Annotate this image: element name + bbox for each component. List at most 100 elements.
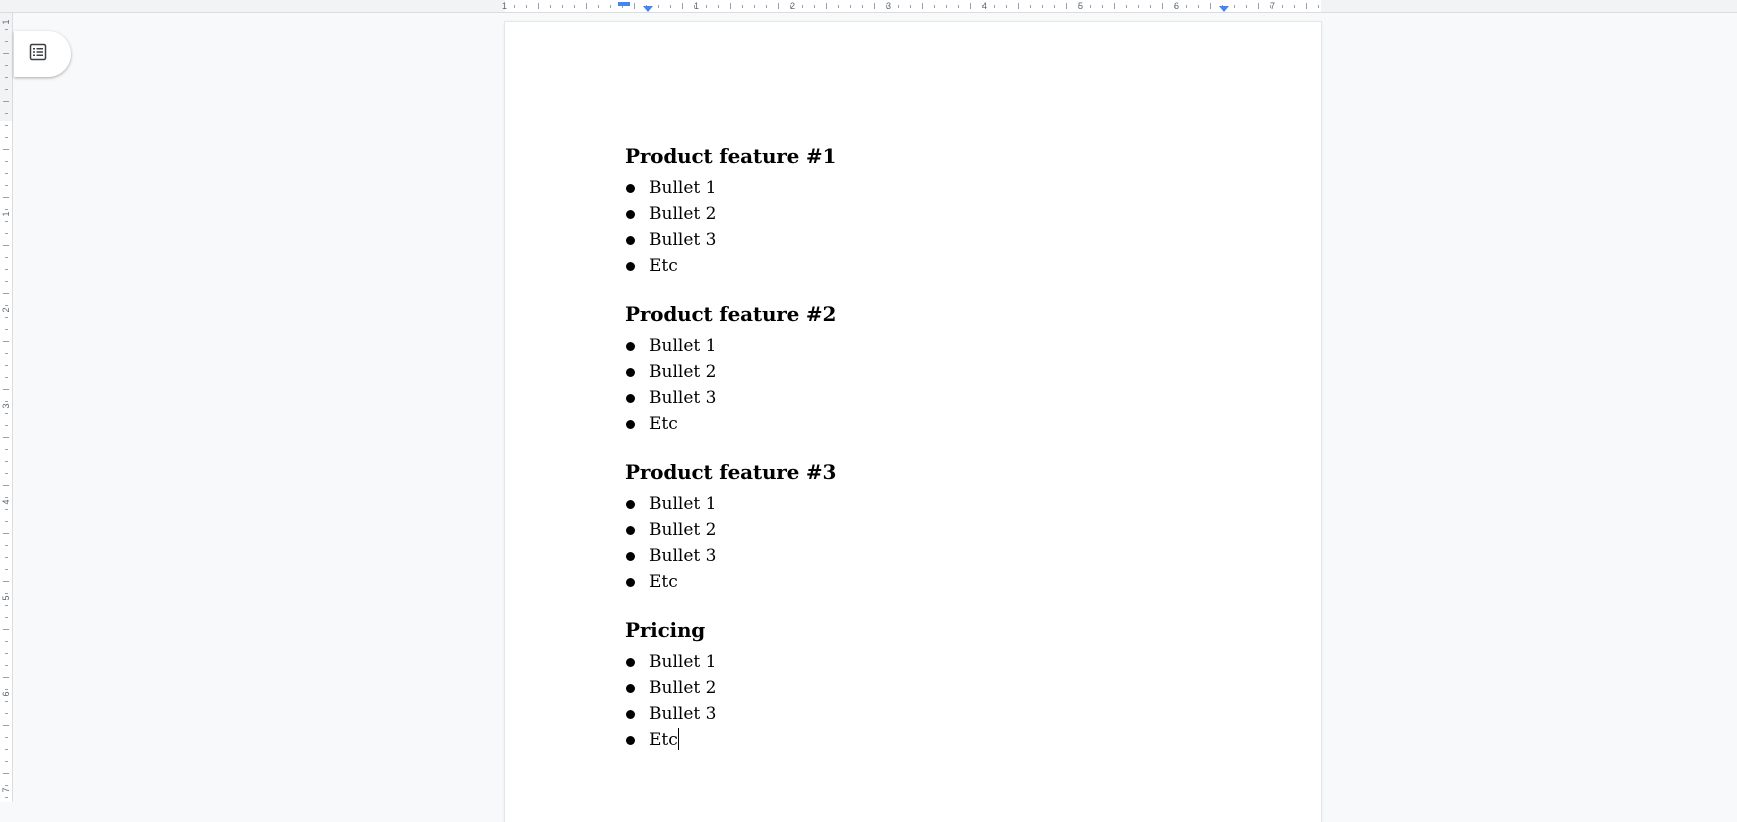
list-item-text: Etc bbox=[649, 730, 678, 750]
bullet-icon bbox=[626, 420, 635, 429]
horizontal-ruler[interactable]: 1 1 2 3 4 5 6 7 bbox=[0, 0, 1737, 13]
list-item[interactable]: Bullet 1 bbox=[625, 175, 1225, 201]
ruler-tick bbox=[766, 5, 767, 8]
ruler-number: 4 bbox=[1, 499, 11, 505]
ruler-tick bbox=[1318, 5, 1319, 8]
ruler-tick bbox=[958, 5, 959, 8]
ruler-tick bbox=[5, 125, 8, 126]
ruler-tick bbox=[5, 617, 8, 618]
ruler-tick bbox=[586, 3, 587, 9]
ruler-tick bbox=[5, 257, 8, 258]
text-cursor bbox=[677, 728, 679, 750]
ruler-tick bbox=[526, 5, 527, 8]
ruler-tick bbox=[5, 701, 8, 702]
ruler-tick bbox=[742, 5, 743, 8]
list-item[interactable]: Bullet 2 bbox=[625, 517, 1225, 543]
list-item-text: Bullet 1 bbox=[649, 652, 717, 672]
ruler-number: 3 bbox=[1, 403, 11, 409]
ruler-tick bbox=[5, 449, 8, 450]
document-page[interactable]: Product feature #1 Bullet 1 Bullet 2 Bul… bbox=[505, 22, 1321, 822]
show-outline-button[interactable] bbox=[14, 31, 71, 77]
section-heading[interactable]: Product feature #2 bbox=[625, 301, 1225, 327]
ruler-tick bbox=[910, 5, 911, 8]
ruler-tick bbox=[862, 5, 863, 8]
ruler-tick bbox=[5, 137, 8, 138]
ruler-tick bbox=[1246, 5, 1247, 8]
list-item[interactable]: Etc bbox=[625, 727, 1225, 753]
ruler-tick bbox=[5, 509, 8, 510]
ruler-tick bbox=[1114, 3, 1115, 9]
ruler-tick bbox=[1054, 5, 1055, 8]
bullet-icon bbox=[626, 210, 635, 219]
list-item[interactable]: Bullet 3 bbox=[625, 227, 1225, 253]
list-item[interactable]: Bullet 1 bbox=[625, 333, 1225, 359]
ruler-tick bbox=[1198, 5, 1199, 8]
list-item-text: Bullet 1 bbox=[649, 336, 717, 356]
section-pricing: Pricing Bullet 1 Bullet 2 Bullet 3 Etc bbox=[625, 617, 1225, 753]
bullet-list: Bullet 1 Bullet 2 Bullet 3 Etc bbox=[625, 491, 1225, 595]
first-line-indent-marker[interactable] bbox=[618, 2, 630, 6]
ruler-tick bbox=[3, 437, 9, 438]
list-item[interactable]: Etc bbox=[625, 411, 1225, 437]
ruler-tick bbox=[5, 461, 8, 462]
ruler-tick bbox=[5, 221, 8, 222]
section-heading[interactable]: Product feature #3 bbox=[625, 459, 1225, 485]
left-indent-marker[interactable] bbox=[643, 6, 653, 12]
list-item[interactable]: Bullet 1 bbox=[625, 649, 1225, 675]
ruler-tick bbox=[5, 761, 8, 762]
bullet-icon bbox=[626, 526, 635, 535]
ruler-tick bbox=[3, 533, 9, 534]
section-heading[interactable]: Product feature #1 bbox=[625, 143, 1225, 169]
document-body[interactable]: Product feature #1 Bullet 1 Bullet 2 Bul… bbox=[625, 143, 1225, 775]
list-item[interactable]: Etc bbox=[625, 569, 1225, 595]
ruler-tick bbox=[5, 281, 8, 282]
ruler-tick bbox=[5, 365, 8, 366]
section-heading[interactable]: Pricing bbox=[625, 617, 1225, 643]
right-indent-marker[interactable] bbox=[1219, 6, 1229, 12]
bullet-icon bbox=[626, 658, 635, 667]
ruler-tick bbox=[5, 689, 8, 690]
ruler-tick bbox=[1078, 5, 1079, 8]
list-item[interactable]: Bullet 1 bbox=[625, 491, 1225, 517]
ruler-tick bbox=[1102, 5, 1103, 8]
list-item[interactable]: Bullet 3 bbox=[625, 543, 1225, 569]
ruler-tick bbox=[5, 161, 8, 162]
bullet-icon bbox=[626, 184, 635, 193]
ruler-tick bbox=[5, 269, 8, 270]
ruler-tick bbox=[5, 173, 8, 174]
ruler-tick bbox=[1210, 3, 1211, 9]
ruler-tick bbox=[3, 485, 9, 486]
ruler-tick bbox=[5, 65, 8, 66]
list-item-text: Bullet 2 bbox=[649, 678, 717, 698]
bullet-icon bbox=[626, 236, 635, 245]
ruler-tick bbox=[5, 209, 8, 210]
ruler-tick bbox=[898, 5, 899, 8]
ruler-tick bbox=[598, 5, 599, 8]
ruler-tick bbox=[5, 413, 8, 414]
ruler-tick bbox=[874, 3, 875, 9]
ruler-tick bbox=[5, 521, 8, 522]
list-item[interactable]: Bullet 2 bbox=[625, 201, 1225, 227]
list-item[interactable]: Etc bbox=[625, 253, 1225, 279]
ruler-tick bbox=[826, 3, 827, 9]
ruler-tick bbox=[3, 725, 9, 726]
ruler-tick bbox=[1234, 5, 1235, 8]
ruler-tick bbox=[1150, 5, 1151, 8]
ruler-tick bbox=[5, 545, 8, 546]
ruler-tick bbox=[970, 3, 971, 9]
section-product-feature-1: Product feature #1 Bullet 1 Bullet 2 Bul… bbox=[625, 143, 1225, 279]
vertical-ruler[interactable]: 1 1 2 3 4 5 6 7 bbox=[0, 13, 13, 802]
list-item-text: Bullet 3 bbox=[649, 230, 717, 250]
list-item[interactable]: Bullet 2 bbox=[625, 675, 1225, 701]
list-item[interactable]: Bullet 3 bbox=[625, 385, 1225, 411]
ruler-tick bbox=[5, 641, 8, 642]
ruler-tick bbox=[5, 665, 8, 666]
list-item[interactable]: Bullet 3 bbox=[625, 701, 1225, 727]
list-item[interactable]: Bullet 2 bbox=[625, 359, 1225, 385]
ruler-tick bbox=[3, 581, 9, 582]
ruler-tick bbox=[730, 3, 731, 9]
ruler-tick bbox=[3, 197, 9, 198]
ruler-tick bbox=[1270, 5, 1271, 8]
bullet-icon bbox=[626, 394, 635, 403]
ruler-tick bbox=[658, 5, 659, 8]
